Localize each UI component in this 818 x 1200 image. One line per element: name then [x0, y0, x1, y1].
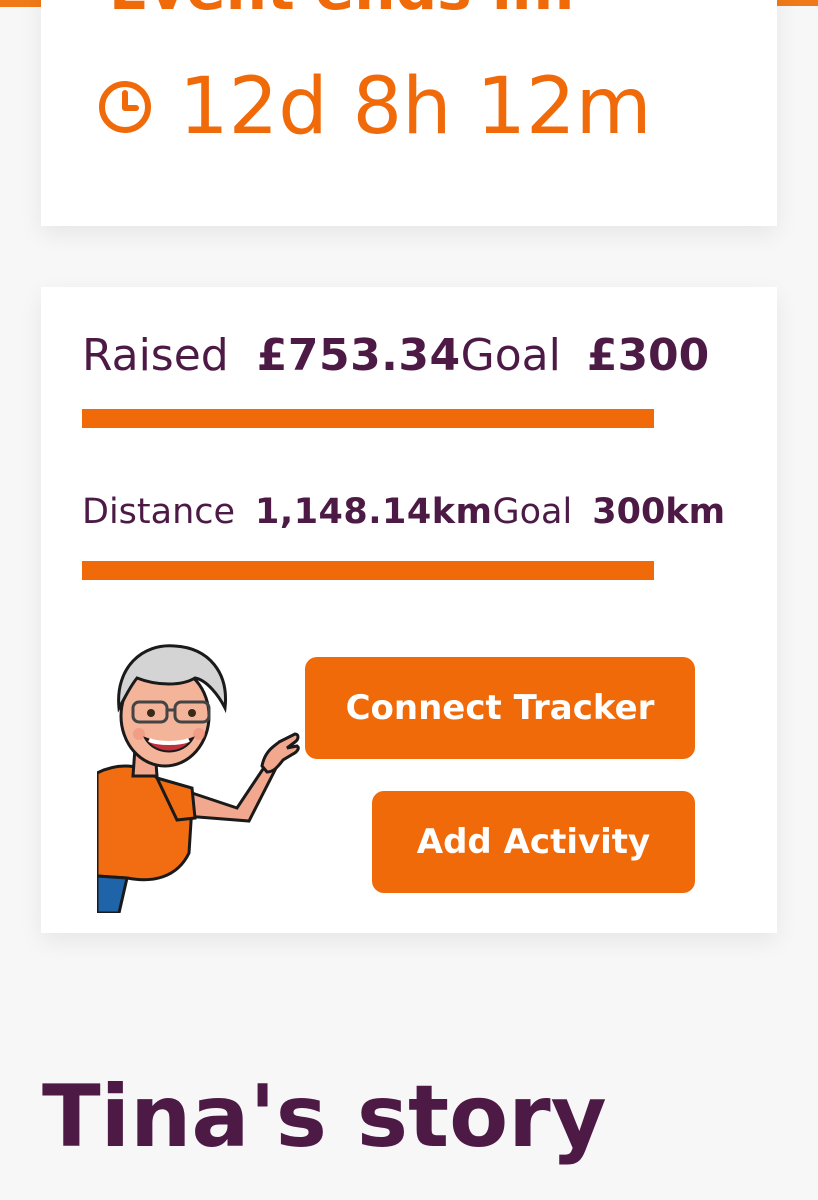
- event-heading: Event ends in:: [109, 0, 576, 18]
- event-countdown-card: Event ends in: 12d 8h 12m: [41, 0, 777, 226]
- distance-goal-label: Goal: [492, 492, 573, 532]
- distance-goal-value: 300km: [592, 492, 726, 532]
- distance-progress-bar: [82, 561, 654, 580]
- clock-icon: [97, 79, 153, 135]
- connect-tracker-button[interactable]: Connect Tracker: [305, 657, 695, 759]
- distance-row: Distance 1,148.14km Goal 300km: [82, 492, 725, 532]
- raised-goal-label: Goal: [460, 330, 561, 381]
- distance-label: Distance: [82, 492, 236, 532]
- raised-progress-bar: [82, 409, 654, 428]
- add-activity-button[interactable]: Add Activity: [372, 791, 695, 893]
- raised-value: £753.34: [256, 330, 461, 381]
- raised-goal-value: £300: [586, 330, 710, 381]
- story-title: Tina's story: [42, 1067, 607, 1167]
- countdown: 12d 8h 12m: [97, 68, 652, 146]
- countdown-text: 12d 8h 12m: [179, 62, 652, 152]
- raised-label: Raised: [82, 330, 229, 381]
- top-accent-left: [0, 0, 42, 7]
- distance-value: 1,148.14km: [255, 492, 493, 532]
- raised-row: Raised £753.34 Goal £300: [82, 330, 709, 381]
